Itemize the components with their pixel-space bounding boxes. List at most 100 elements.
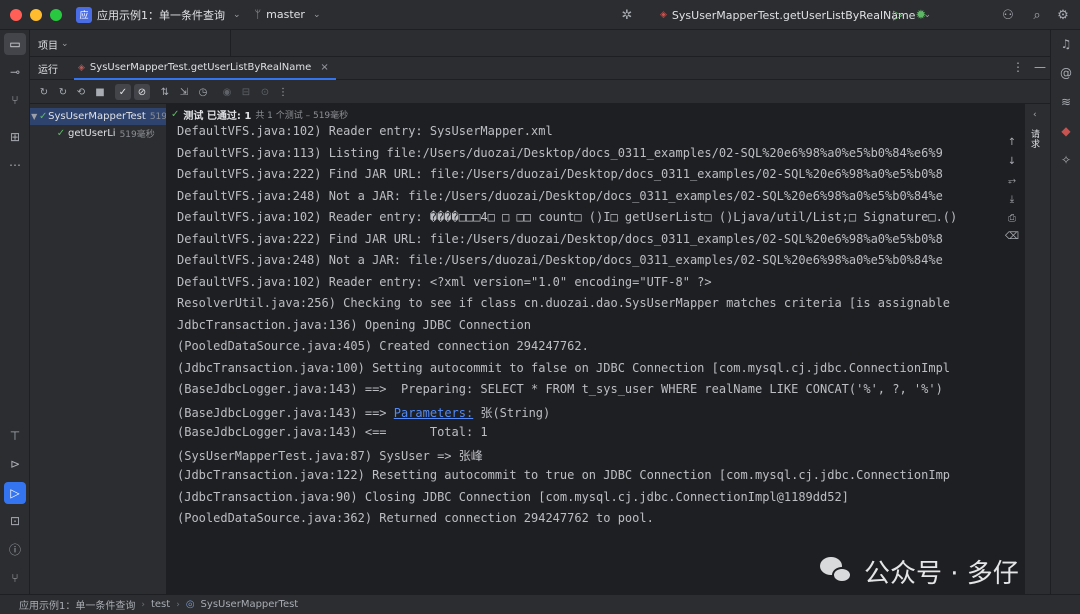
sort-by-duration-icon[interactable]: ⇲ — [176, 84, 192, 100]
stop-icon[interactable]: ■ — [92, 84, 108, 100]
run-tab[interactable]: ◈ SysUserMapperTest.getUserListByRealNam… — [74, 57, 336, 80]
more-tools-icon[interactable]: ⋯ — [4, 154, 26, 176]
toggle-auto-test-icon[interactable]: ⟲ — [73, 84, 89, 100]
console-line: DefaultVFS.java:248) Not a JAR: file:/Us… — [177, 253, 943, 267]
console-line: (JdbcTransaction.java:100) Setting autoc… — [177, 361, 951, 375]
commit-icon[interactable]: ⊸ — [4, 61, 26, 83]
chevron-down-icon[interactable]: ▼ — [30, 112, 38, 121]
wechat-logo-icon — [820, 556, 854, 587]
import-results-icon[interactable]: ⊟ — [238, 84, 254, 100]
plugin-icon[interactable]: ✧ — [1056, 150, 1076, 170]
more-options-icon[interactable]: ⋮ — [1012, 60, 1024, 74]
coverage-icon[interactable]: ⊙ — [257, 84, 273, 100]
rerun-failed-icon[interactable]: ↻ — [55, 84, 71, 100]
scroll-to-end-icon[interactable]: ⤓ — [1004, 191, 1020, 207]
zoom-window-button[interactable] — [50, 8, 62, 21]
watermark: 公众号 · 多仔 — [820, 553, 1019, 590]
project-name: 应用示例1：单一条件查询 — [97, 8, 225, 22]
project-panel-label[interactable]: 项目 — [38, 37, 58, 52]
debug-icon[interactable]: ✹ — [912, 6, 930, 24]
search-icon[interactable]: ⌕ — [1028, 6, 1046, 24]
panel-divider — [230, 30, 231, 57]
tree-row-test-class[interactable]: ▼ ✓ SysUserMapperTest 519 — [30, 108, 166, 125]
title-bar: 应 应用示例1：单一条件查询 ⌄ ᛘ master ⌄ ✲ ◈ SysUserM… — [0, 0, 1080, 30]
services-icon[interactable]: ⊳ — [4, 453, 26, 475]
console-line: DefaultVFS.java:113) Listing file:/Users… — [177, 146, 943, 160]
run-toolbar: ↻ ↻ ⟲ ■ ✓ ⊘ ⇅ ⇲ ◷ ◉ ⊟ ⊙ ⋮ — [30, 80, 1050, 104]
soft-wrap-icon[interactable]: ⥅ — [1004, 172, 1020, 188]
console-line: (BaseJdbcLogger.java:143) ==> Parameters… — [177, 404, 550, 421]
run-tab-label: SysUserMapperTest.getUserListByRealName — [89, 62, 312, 73]
show-passed-icon[interactable]: ✓ — [115, 84, 131, 100]
chevron-left-icon[interactable]: ‹ — [1033, 110, 1037, 120]
notifications-bell-icon[interactable]: ♫ — [1056, 34, 1076, 54]
more-options-icon[interactable]: ⋮ — [275, 84, 291, 100]
console-line: DefaultVFS.java:248) Not a JAR: file:/Us… — [177, 189, 943, 203]
run-tool-icon[interactable]: ▷ — [4, 482, 26, 504]
add-user-icon[interactable]: ⚇ — [999, 6, 1017, 24]
git-icon[interactable]: ⑂ — [4, 567, 26, 589]
tree-row-test-method[interactable]: ✓ getUserLi 519毫秒 — [30, 125, 166, 142]
project-folder-icon[interactable]: ▭ — [4, 33, 26, 55]
ai-assistant-icon[interactable]: @ — [1056, 63, 1076, 83]
build-hammer-icon[interactable]: ⊤ — [4, 425, 26, 447]
test-passed-icon: ✓ — [39, 111, 48, 122]
chevron-down-icon: ⌄ — [233, 9, 241, 20]
run-panel-label: 运行 — [38, 65, 58, 76]
scroll-up-icon[interactable]: ↑ — [1004, 134, 1020, 150]
close-window-button[interactable] — [10, 8, 22, 21]
clear-console-icon[interactable]: ⌫ — [1004, 228, 1020, 244]
breadcrumb-folder[interactable]: test — [151, 599, 170, 610]
run-icon[interactable]: ▷ — [889, 6, 907, 24]
console-line: DefaultVFS.java:102) Reader entry: <?xml… — [177, 275, 712, 289]
minimize-window-button[interactable] — [30, 8, 42, 21]
pull-requests-icon[interactable]: ⑂ — [4, 89, 26, 111]
console-actions: ↑ ↓ ⥅ ⤓ ⎙ ⌫ — [1000, 104, 1024, 594]
scroll-down-icon[interactable]: ↓ — [1004, 153, 1020, 169]
side-panel-label: 请求 — [1031, 130, 1041, 150]
database-icon[interactable]: ≋ — [1056, 92, 1076, 112]
console-line: DefaultVFS.java:222) Find JAR URL: file:… — [177, 167, 943, 181]
close-icon[interactable]: × — [320, 62, 328, 73]
show-ignored-icon[interactable]: ⊘ — [134, 84, 150, 100]
project-badge: 应 — [76, 6, 92, 23]
test-method-name: getUserLi — [68, 128, 116, 139]
chevron-down-icon[interactable]: ⌄ — [61, 39, 69, 49]
console-line: (SysUserMapperTest.java:87) SysUser => 张… — [177, 449, 483, 463]
collapsed-side-panel[interactable]: ‹ 请求 — [1024, 104, 1050, 594]
terminal-icon[interactable]: ⊡ — [4, 510, 26, 532]
console-line: (PooledDataSource.java:405) Created conn… — [177, 339, 589, 353]
branch-name: master — [266, 8, 305, 21]
sort-alphabetically-icon[interactable]: ⇅ — [157, 84, 173, 100]
watermark-text: 公众号 · 多仔 — [864, 559, 1019, 589]
test-status-summary: ✓ 测试 已通过: 1 共 1 个测试 – 519毫秒 — [167, 104, 1000, 124]
test-tree: ▼ ✓ SysUserMapperTest 519 ✓ getUserLi 51… — [30, 104, 167, 594]
bug-settings-icon[interactable]: ✲ — [618, 6, 636, 24]
console-line: DefaultVFS.java:102) Reader entry: SysUs… — [177, 124, 553, 138]
test-duration: 519毫秒 — [119, 130, 155, 140]
breadcrumb-separator-icon: › — [176, 599, 180, 610]
print-icon[interactable]: ⎙ — [1004, 210, 1020, 226]
test-history-icon[interactable]: ◷ — [195, 84, 211, 100]
settings-icon[interactable]: ⚙ — [1054, 6, 1072, 24]
console-line: DefaultVFS.java:102) Reader entry: ����□… — [177, 210, 958, 224]
mybatis-bird-icon[interactable]: ◆ — [1056, 121, 1076, 141]
window-controls — [10, 8, 62, 21]
structure-icon[interactable]: ⊞ — [4, 126, 26, 148]
problems-icon[interactable]: ⓘ — [4, 538, 26, 560]
console-output[interactable]: DefaultVFS.java:102) Reader entry: SysUs… — [167, 124, 1000, 594]
tests-passed-label: 测试 已通过: 1 — [183, 110, 252, 122]
breadcrumb-project[interactable]: 应用示例1：单一条件查询 — [19, 597, 135, 612]
parameters-link[interactable]: Parameters: — [394, 406, 473, 420]
branch-switcher[interactable]: ᛘ master ⌄ — [255, 8, 321, 21]
project-switcher[interactable]: 应 应用示例1：单一条件查询 ⌄ — [76, 6, 241, 23]
export-results-icon[interactable]: ◉ — [219, 84, 235, 100]
project-panel-header: 项目 ⌄ — [30, 30, 1050, 57]
console-text: (BaseJdbcLogger.java:143) ==> — [177, 406, 394, 420]
minimize-panel-icon[interactable]: — — [1034, 60, 1046, 74]
rerun-icon[interactable]: ↻ — [36, 84, 52, 100]
test-class-name: SysUserMapperTest — [48, 111, 146, 122]
breadcrumb-class[interactable]: SysUserMapperTest — [201, 599, 299, 610]
tests-detail-label: 共 1 个测试 – 519毫秒 — [255, 110, 349, 121]
chevron-down-icon: ⌄ — [312, 9, 321, 20]
